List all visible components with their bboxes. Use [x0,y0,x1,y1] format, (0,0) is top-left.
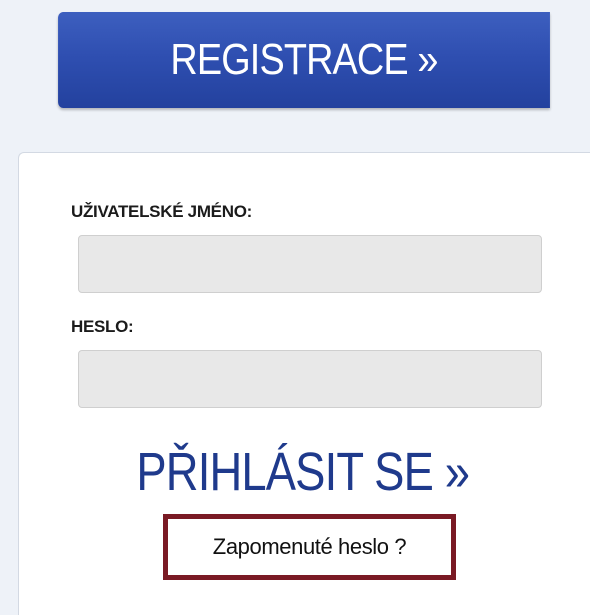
login-button[interactable]: PŘIHLÁSIT SE » [63,441,543,503]
register-button[interactable]: REGISTRACE » [58,12,550,108]
register-button-label: REGISTRACE » [170,35,438,84]
password-label: HESLO: [71,317,134,336]
username-label: UŽIVATELSKÉ JMÉNO: [71,202,252,221]
login-panel: UŽIVATELSKÉ JMÉNO: HESLO: PŘIHLÁSIT SE »… [18,152,590,615]
login-page: REGISTRACE » UŽIVATELSKÉ JMÉNO: HESLO: P… [0,0,590,615]
username-input[interactable] [78,235,542,293]
password-input[interactable] [78,350,542,408]
forgot-password-highlight: Zapomenuté heslo ? [163,514,456,580]
forgot-password-link[interactable]: Zapomenuté heslo ? [213,534,407,560]
